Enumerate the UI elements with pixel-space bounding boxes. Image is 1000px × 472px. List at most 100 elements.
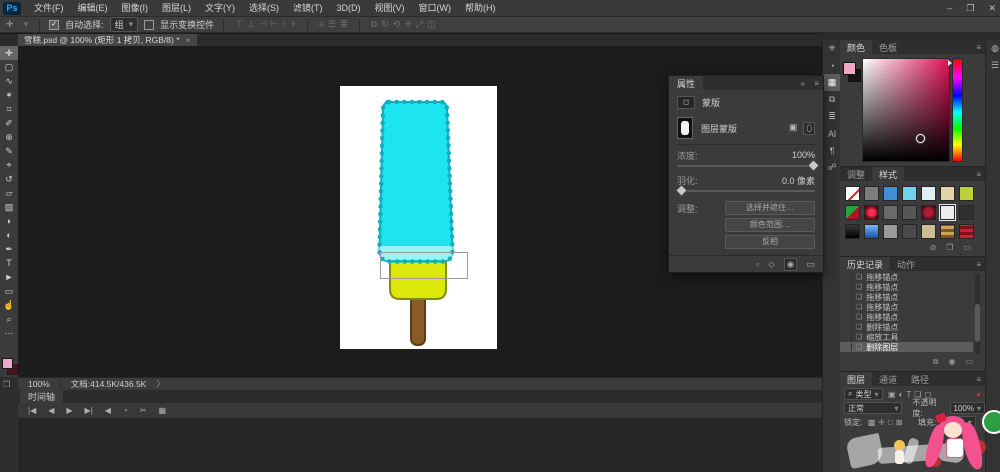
apply-mask-icon[interactable]: ⬦ [768,259,774,270]
history-source-checkbox[interactable] [843,333,852,341]
density-slider-thumb[interactable] [807,159,820,172]
clone-stamp-tool[interactable]: ⌖ [0,158,18,172]
dock-panel-icon-2[interactable]: ◔ [823,57,841,74]
timeline-control-6[interactable]: ◔ [119,406,132,415]
restore-icon[interactable]: ❐ [966,0,974,16]
history-source-checkbox[interactable] [843,343,852,351]
tab-color[interactable]: 颜色 [840,40,872,54]
align-icon[interactable]: ⊤ [233,19,245,29]
new-style-icon[interactable]: ❐ [946,243,953,252]
feather-slider[interactable] [677,190,815,192]
mask-thumbnail[interactable] [677,117,693,139]
color-cursor[interactable] [916,134,925,143]
timeline-control-3[interactable]: ▶ [62,406,76,415]
hand-tool[interactable]: ☝ [0,298,18,312]
foreground-color-chip[interactable] [843,62,856,75]
invert-button[interactable]: 反相 [725,235,815,249]
properties-header[interactable]: 属性 » ≡ [669,76,823,90]
threed-icon[interactable]: ◫ [425,19,438,29]
timeline-tab[interactable]: 时间轴 [20,390,63,403]
quick-selection-tool[interactable]: ✶ [0,88,18,102]
blend-mode-dropdown[interactable]: 正常 ▾ [844,402,902,414]
history-source-checkbox[interactable] [843,303,852,311]
show-transform-checkbox[interactable] [144,20,154,30]
history-scrollbar-thumb[interactable] [975,304,980,342]
hue-marker[interactable] [948,60,952,66]
color-range-button[interactable]: 颜色范围… [725,218,815,232]
threed-icon[interactable]: ✛ [402,19,414,29]
style-swatch-20[interactable] [940,224,955,239]
threed-icon[interactable]: ⟲ [391,19,403,29]
panel-menu-icon[interactable]: ≡ [976,43,981,52]
zoom-tool[interactable]: ⌕ [0,312,18,326]
tool-preset-chevron-icon[interactable]: ▾ [22,19,31,30]
delete-style-icon[interactable]: ▭ [963,243,971,252]
layer-filter-kind-icon[interactable]: ▣ [887,390,898,399]
fill-dropdown[interactable]: 100% ▾ [940,416,975,428]
style-swatch-19[interactable] [921,224,936,239]
type-tool[interactable]: T [0,256,18,270]
distribute-icon[interactable]: ≡ [317,19,326,29]
auto-select-target-dropdown[interactable]: 组 ▾ [110,17,139,32]
tab-swatches[interactable]: 色板 [872,40,904,54]
style-swatch-5[interactable] [921,186,936,201]
edit-toolbar[interactable]: ⋯ [0,326,18,340]
panel-menu-icon[interactable]: ≡ [976,170,981,179]
tab-adjustments[interactable]: 调整 [840,167,872,181]
dock-panel-icon-6[interactable]: Al [823,125,841,142]
opacity-dropdown[interactable]: 100% ▾ [950,402,985,414]
dodge-tool[interactable]: ◐ [0,228,18,242]
style-swatch-16[interactable] [864,224,879,239]
style-swatch-11[interactable] [902,205,917,220]
tab-paths[interactable]: 路径 [904,372,936,386]
layer-filter-kind-icon[interactable]: ◐ [897,390,905,399]
status-chevron-icon[interactable]: 〉 [156,378,165,390]
menu-10[interactable]: 窗口(W) [412,0,459,16]
history-step[interactable]: ❏删除图层 [840,342,973,352]
properties-tab[interactable]: 属性 [669,76,703,90]
menu-1[interactable]: 文件(F) [27,0,71,16]
lock-icon[interactable]: ▩ [866,418,877,427]
panel-menu-icon[interactable]: ≡ [976,260,981,269]
history-source-checkbox[interactable] [843,273,852,281]
menu-6[interactable]: 选择(S) [242,0,286,16]
history-step[interactable]: ❏拖移锚点 [840,292,973,302]
timeline-control-4[interactable]: ▶| [81,406,97,415]
blur-tool[interactable]: ◗ [0,214,18,228]
disable-mask-eye-icon[interactable]: ◉ [784,258,798,271]
style-swatch-14[interactable] [959,205,974,220]
history-brush-tool[interactable]: ↺ [0,172,18,186]
add-pixel-mask-icon[interactable]: ▣ [789,122,798,135]
style-swatch-4[interactable] [902,186,917,201]
menu-4[interactable]: 图层(L) [155,0,198,16]
healing-brush-tool[interactable]: ⊕ [0,130,18,144]
new-snapshot-icon[interactable]: ◉ [948,357,955,367]
menu-11[interactable]: 帮助(H) [458,0,503,16]
delete-mask-icon[interactable]: ▭ [806,259,815,270]
close-tab-icon[interactable]: × [186,35,191,45]
align-icon[interactable]: ⊥ [245,19,257,29]
align-icon[interactable]: ⊣ [257,19,269,29]
menu-3[interactable]: 图像(I) [115,0,156,16]
add-vector-mask-icon[interactable]: ⬯ [803,122,815,135]
distribute-icon[interactable]: ≣ [338,19,350,29]
artboard[interactable] [340,86,497,349]
align-icon[interactable]: ⊢ [269,19,281,29]
shape-tool[interactable]: ▭ [0,284,18,298]
style-swatch-18[interactable] [902,224,917,239]
path-selection-tool[interactable]: ► [0,270,18,284]
far-dock-icon-2[interactable]: ☰ [986,57,1000,74]
dock-panel-icon-8[interactable]: ☍ [823,159,841,176]
style-swatch-15[interactable] [845,224,860,239]
history-source-checkbox[interactable] [843,283,852,291]
align-icon[interactable]: ⊦ [281,19,290,29]
timeline-control-2[interactable]: ◀ [44,406,58,415]
distribute-icon[interactable]: ☰ [326,19,338,29]
layer-filter-dropdown[interactable]: ⌕ 类型 ▾ [844,388,883,400]
style-swatch-12[interactable] [921,205,936,220]
timeline-control-5[interactable]: ◀ [101,406,115,415]
hue-slider[interactable] [952,58,963,162]
clear-style-icon[interactable]: ⊘ [930,243,937,252]
threed-icon[interactable]: ⤢ [414,19,425,29]
new-doc-from-state-icon[interactable]: ⧉ [933,357,939,367]
